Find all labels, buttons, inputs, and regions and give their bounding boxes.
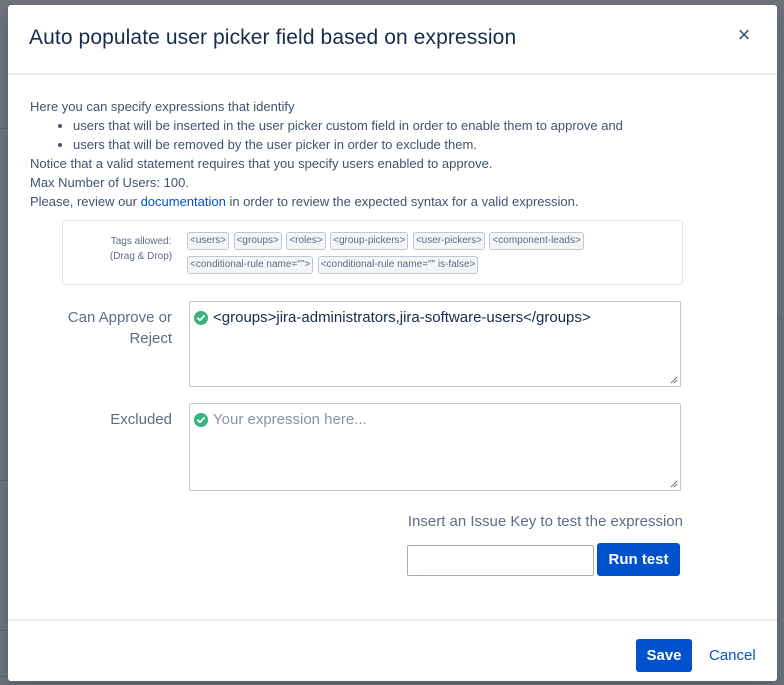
check-circle-icon: [194, 413, 208, 427]
auto-populate-dialog: Auto populate user picker field based on…: [8, 5, 777, 681]
can-approve-label: Can Approve or Reject: [68, 307, 172, 349]
intro-line: Please, review our documentation in orde…: [30, 192, 750, 211]
excluded-label: Excluded: [110, 411, 172, 428]
intro-line: Here you can specify expressions that id…: [30, 99, 295, 114]
allowed-tags-panel: Tags allowed: (Drag & Drop) <users> <gro…: [62, 220, 683, 285]
documentation-link[interactable]: documentation: [141, 194, 226, 209]
excluded-expression-placeholder: Your expression here...: [213, 411, 367, 428]
tag-users[interactable]: <users>: [187, 232, 230, 250]
tag-group-pickers[interactable]: <group-pickers>: [330, 232, 409, 250]
excluded-expression-field[interactable]: Your expression here...: [189, 403, 681, 491]
intro-line: Notice that a valid statement requires t…: [30, 156, 493, 171]
tag-conditional-rule[interactable]: <conditional-rule name="">: [187, 256, 314, 274]
resize-handle-icon[interactable]: [670, 480, 678, 488]
issue-key-test-label: Insert an Issue Key to test the expressi…: [407, 513, 683, 530]
run-test-button[interactable]: Run test: [597, 543, 680, 576]
tags-label-line: Tags allowed:: [110, 236, 172, 247]
tag-component-leads[interactable]: <component-leads>: [489, 232, 584, 250]
resize-handle-icon[interactable]: [670, 376, 678, 384]
dialog-footer: Save Cancel: [8, 619, 777, 683]
close-icon[interactable]: ×: [733, 24, 755, 46]
tags-allowed-label: Tags allowed: (Drag & Drop): [91, 234, 191, 264]
cancel-button[interactable]: Cancel: [705, 639, 760, 672]
intro-text-fragment: Please, review our: [30, 194, 141, 209]
issue-key-input[interactable]: [407, 545, 594, 576]
label-line: Reject: [129, 330, 172, 347]
intro-text: Here you can specify expressions that id…: [30, 97, 750, 211]
intro-bullet-list: users that will be inserted in the user …: [30, 116, 750, 154]
dialog-header: Auto populate user picker field based on…: [8, 5, 777, 75]
can-approve-expression-field[interactable]: <groups>jira-administrators,jira-softwar…: [189, 301, 681, 387]
save-button[interactable]: Save: [636, 639, 692, 672]
intro-text-fragment: in order to review the expected syntax f…: [225, 194, 579, 209]
tags-label-line: (Drag & Drop): [109, 251, 173, 262]
backdrop-divider: [776, 318, 784, 319]
tag-roles[interactable]: <roles>: [286, 232, 326, 250]
intro-bullet: users that will be removed by the user p…: [73, 135, 750, 154]
tag-groups[interactable]: <groups>: [233, 232, 282, 250]
check-circle-icon: [194, 311, 208, 325]
tag-conditional-rule-is-false[interactable]: <conditional-rule name="" is-false>: [317, 256, 479, 274]
tag-list: <users> <groups> <roles> <group-pickers>…: [187, 230, 647, 278]
intro-bullet: users that will be inserted in the user …: [73, 116, 750, 135]
label-line: Can Approve or: [67, 309, 172, 326]
dialog-title: Auto populate user picker field based on…: [29, 26, 517, 49]
can-approve-expression-value: <groups>jira-administrators,jira-softwar…: [213, 309, 591, 326]
max-users-line: Max Number of Users: 100.: [30, 175, 189, 190]
tag-user-pickers[interactable]: <user-pickers>: [412, 232, 485, 250]
